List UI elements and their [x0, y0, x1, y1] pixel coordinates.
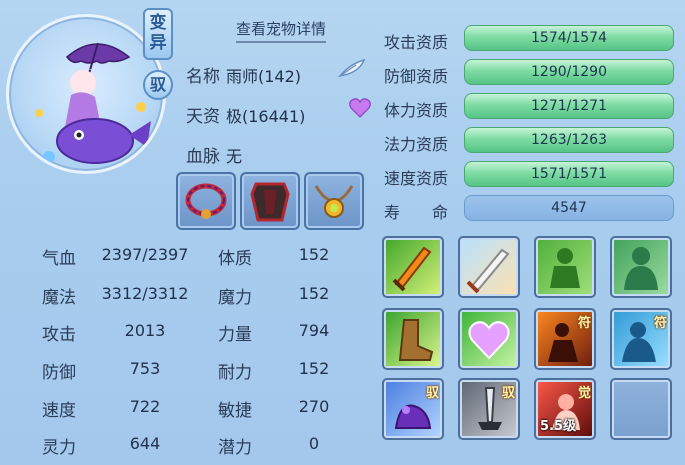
view-pet-detail-link[interactable]: 查看宠物详情 — [236, 18, 327, 43]
stat-label-endurance: 耐力 — [218, 363, 252, 383]
name-value: 雨师(142) — [226, 67, 302, 86]
stat-label-defense: 防御 — [42, 363, 76, 383]
stat-label-speed: 速度 — [42, 401, 76, 421]
skill-slot-5[interactable] — [382, 308, 444, 370]
mutant-badge: 变异 — [143, 8, 173, 60]
skill-slot-7[interactable]: 符 — [534, 308, 596, 370]
boot-icon — [398, 319, 434, 361]
stat-value-agility: 270 — [298, 397, 330, 416]
equip-slot-necklace[interactable] — [176, 172, 236, 230]
skill-slot-3[interactable] — [534, 236, 596, 298]
name-label: 名称 — [186, 67, 220, 87]
bloodline-label: 血脉 — [186, 147, 220, 167]
talent-label: 天资 — [186, 107, 220, 127]
heart-glow-icon — [468, 321, 510, 360]
stat-value-constitution: 152 — [298, 245, 330, 264]
stat-label-constitution: 体质 — [218, 249, 252, 269]
aptitude-label-stamina: 体力资质 — [384, 101, 449, 120]
sword-fire-icon — [392, 246, 432, 292]
stat-label-agility: 敏捷 — [218, 401, 252, 421]
rename-feather-icon[interactable] — [336, 56, 368, 84]
stat-value-endurance: 152 — [298, 359, 330, 378]
necklace-red-icon — [185, 183, 227, 219]
aptitude-label-attack: 攻击资质 — [384, 33, 449, 52]
purple-heart-icon[interactable] — [348, 97, 372, 123]
skill-slot-2[interactable] — [458, 236, 520, 298]
stat-label-magic: 魔力 — [218, 288, 252, 308]
aptitude-bar-speed: 1571/1571 — [464, 161, 674, 187]
stat-value-magic: 152 — [298, 284, 330, 303]
skill-tag-talisman: 符 — [577, 316, 591, 331]
skill-tag-awaken: 觉 — [577, 386, 591, 401]
equip-slot-armor[interactable] — [240, 172, 300, 230]
stat-label-hp: 气血 — [42, 249, 76, 269]
skill-slot-9[interactable]: 驭 — [382, 378, 444, 440]
talent-value: 极(16441) — [226, 107, 306, 126]
stat-label-attack: 攻击 — [42, 325, 76, 345]
amulet-gold-icon — [314, 185, 354, 218]
aptitude-bar-defense: 1290/1290 — [464, 59, 674, 85]
skill-tag-talisman: 符 — [653, 316, 667, 331]
aptitude-label-mana: 法力资质 — [384, 135, 449, 154]
aptitude-bar-attack: 1574/1574 — [464, 25, 674, 51]
skill-slot-11[interactable]: 觉 5.5级 — [534, 378, 596, 440]
aptitude-bar-stamina: 1271/1271 — [464, 93, 674, 119]
stat-label-potential: 潜力 — [218, 438, 252, 458]
bloodline-value: 无 — [226, 147, 243, 166]
stat-value-attack: 2013 — [124, 321, 166, 340]
skill-slot-8[interactable]: 符 — [610, 308, 672, 370]
skill-slot-6[interactable] — [458, 308, 520, 370]
skill-tag-tame: 驭 — [425, 386, 439, 401]
aptitude-bar-mana: 1263/1263 — [464, 127, 674, 153]
stat-value-speed: 722 — [129, 397, 161, 416]
stat-value-mp: 3312/3312 — [101, 284, 189, 303]
pet-avatar[interactable] — [6, 14, 166, 174]
stat-value-potential: 0 — [308, 434, 320, 453]
skill-slot-1[interactable] — [382, 236, 444, 298]
tame-badge: 驭 — [143, 70, 173, 100]
aptitude-label-defense: 防御资质 — [384, 67, 449, 86]
stat-label-spirit: 灵力 — [42, 438, 76, 458]
stat-value-defense: 753 — [129, 359, 161, 378]
stat-value-strength: 794 — [298, 321, 330, 340]
stat-value-hp: 2397/2397 — [101, 245, 189, 264]
skill-slot-4[interactable] — [610, 236, 672, 298]
stat-value-spirit: 644 — [129, 434, 161, 453]
equip-slot-amulet[interactable] — [304, 172, 364, 230]
green-demon-icon — [550, 248, 580, 288]
aptitude-label-speed: 速度资质 — [384, 169, 449, 188]
skill-slot-10[interactable]: 驭 — [458, 378, 520, 440]
blade-slash-icon — [466, 248, 510, 294]
skill-slot-empty[interactable] — [610, 378, 672, 440]
armor-dark-icon — [250, 182, 290, 222]
stat-label-strength: 力量 — [218, 325, 252, 345]
green-spirit-icon — [624, 247, 658, 290]
lifespan-bar: 4547 — [464, 195, 674, 221]
skill-tag-tame: 驭 — [501, 386, 515, 401]
lifespan-label: 寿 命 — [384, 203, 449, 222]
stat-label-mp: 魔法 — [42, 288, 76, 308]
skill-level: 5.5级 — [540, 419, 577, 434]
